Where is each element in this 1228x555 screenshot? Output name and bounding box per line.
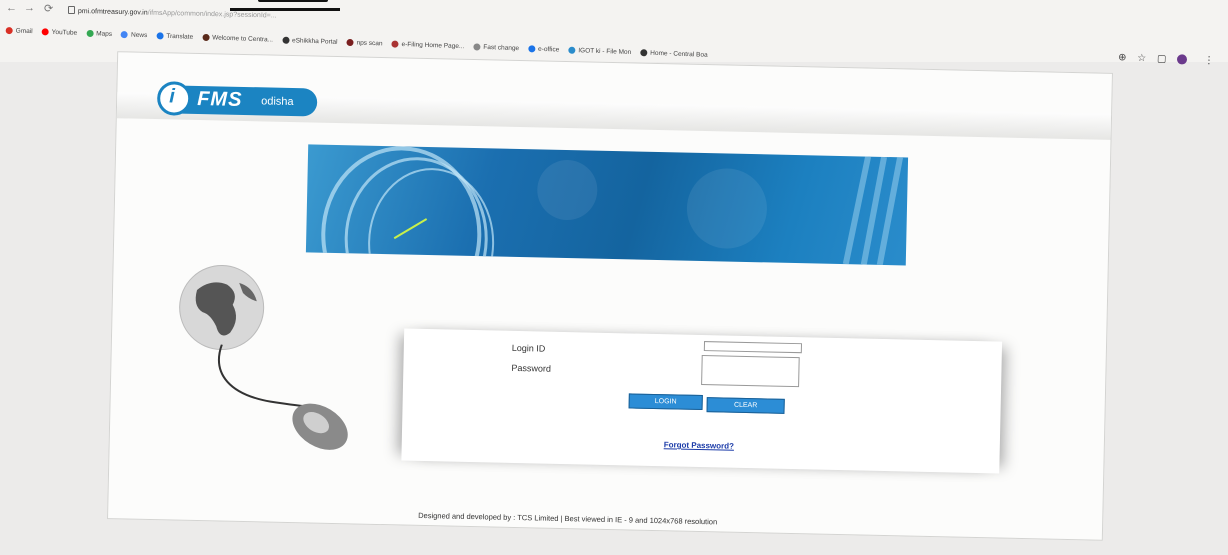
bookmark-favicon-icon	[640, 49, 648, 57]
back-icon[interactable]: ←	[6, 2, 17, 14]
menu-kebab-icon[interactable]: ⋮	[1204, 55, 1214, 66]
header-banner	[305, 144, 909, 266]
bookmark-item[interactable]: Translate	[156, 32, 193, 41]
extension-icon[interactable]: ⊕	[1118, 52, 1127, 63]
browser-toolbar-icons: ⊕ ☆ ▢ ⋮	[1118, 52, 1222, 67]
bookmark-label: eShikkha Portal	[291, 37, 338, 46]
bookmark-favicon-icon	[86, 29, 94, 38]
bookmark-label: Gmail	[15, 27, 33, 36]
computer-mouse-image	[292, 403, 348, 450]
bookmark-label: Maps	[96, 30, 113, 39]
bookmark-item[interactable]: Welcome to Centra...	[202, 34, 273, 44]
lock-icon[interactable]	[68, 6, 75, 14]
bookmark-favicon-icon	[473, 43, 481, 51]
tab-icon[interactable]: ▢	[1157, 54, 1167, 65]
login-panel: Login ID Password LOGIN CLEAR Forgot Pas…	[401, 328, 1003, 474]
login-button[interactable]: LOGIN	[628, 393, 703, 411]
bookmark-favicon-icon	[281, 36, 290, 45]
bookmark-item[interactable]: Gmail	[5, 27, 33, 36]
bookmark-favicon-icon	[391, 40, 399, 48]
bookmark-item[interactable]: News	[120, 31, 148, 40]
login-id-input[interactable]	[703, 341, 803, 354]
bookmark-favicon-icon	[156, 32, 164, 40]
bookmark-label: Home - Central Boa	[650, 49, 708, 59]
url-host: pmi.ofmtreasury.gov.in	[77, 8, 148, 17]
bookmark-label: nps scan	[356, 39, 383, 48]
globe-image	[179, 265, 265, 351]
bookmark-label: Fast change	[483, 44, 520, 53]
forward-icon[interactable]: →	[24, 2, 35, 14]
url-path: /ifmsApp/common/index.jsp?sessionId=...	[147, 9, 277, 20]
photo-ink-mark	[258, 0, 328, 2]
login-id-label: Login ID	[511, 342, 546, 354]
star-icon[interactable]: ☆	[1137, 53, 1146, 64]
bookmark-item[interactable]: YouTube	[41, 28, 78, 37]
bookmark-item[interactable]: nps scan	[346, 39, 383, 48]
bookmark-label: e-office	[537, 45, 560, 54]
web-page: i FMS odisha Login ID Password LOGIN CLE…	[107, 51, 1113, 541]
bookmark-favicon-icon	[120, 31, 129, 39]
logo-subtitle: odisha	[261, 95, 294, 109]
bookmark-label: Welcome to Centra...	[212, 34, 274, 44]
bookmark-favicon-icon	[5, 27, 13, 35]
logo-i-glyph: i	[169, 85, 176, 108]
bookmark-item[interactable]: Fast change	[473, 43, 519, 52]
bookmark-label: Translate	[166, 32, 194, 41]
password-label: Password	[511, 362, 552, 374]
bookmark-item[interactable]: Home - Central Boa	[640, 49, 708, 59]
bookmark-favicon-icon	[41, 28, 49, 36]
bookmark-label: News	[130, 31, 148, 40]
photo-underline-mark	[230, 8, 340, 11]
bookmark-item[interactable]: Maps	[86, 29, 113, 39]
clear-button[interactable]: CLEAR	[706, 397, 785, 414]
footer-text: Designed and developed by : TCS Limited …	[418, 510, 718, 527]
bookmark-label: YouTube	[51, 28, 78, 37]
bookmark-favicon-icon	[346, 39, 354, 47]
reload-icon[interactable]: ⟳	[44, 2, 53, 15]
bookmark-favicon-icon	[202, 34, 210, 42]
bookmark-item[interactable]: eShikkha Portal	[281, 36, 338, 46]
profile-avatar-icon[interactable]	[1176, 54, 1188, 65]
bookmark-label: e-Filing Home Page...	[401, 41, 465, 51]
password-input[interactable]	[701, 355, 800, 388]
bookmark-label: IGOT ki - File Mon	[578, 47, 632, 57]
logo-text: FMS	[196, 87, 243, 111]
bookmark-favicon-icon	[568, 46, 576, 55]
forgot-password-link[interactable]: Forgot Password?	[664, 440, 734, 451]
ifms-logo: i FMS odisha	[156, 81, 318, 120]
banner-graphic	[321, 146, 904, 266]
bookmark-favicon-icon	[527, 45, 536, 53]
bookmark-item[interactable]: IGOT ki - File Mon	[568, 46, 632, 57]
bookmark-item[interactable]: e-office	[527, 45, 560, 54]
address-bar-row: ← → ⟳ pmi.ofmtreasury.gov.in/ifmsApp/com…	[0, 0, 1228, 26]
bookmark-item[interactable]: e-Filing Home Page...	[391, 40, 465, 51]
